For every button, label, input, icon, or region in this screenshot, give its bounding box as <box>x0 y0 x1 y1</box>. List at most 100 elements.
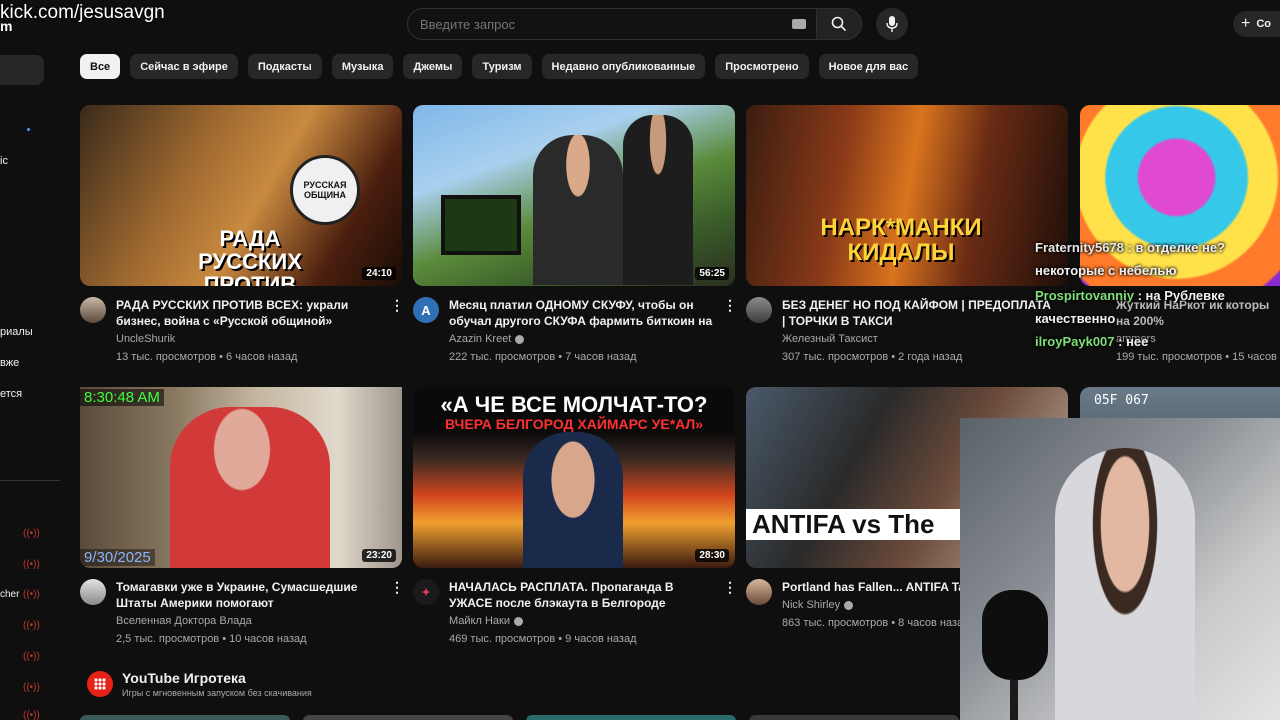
video-card[interactable]: РУССКАЯ ОБЩИНА РАДА РУССКИХ ПРОТИВ ВСЕХ!… <box>80 105 404 363</box>
video-stats: 2,5 тыс. просмотров • 10 часов назад <box>116 633 307 645</box>
channel-avatar[interactable]: A <box>413 297 439 323</box>
search-icon <box>831 16 847 32</box>
video-title[interactable]: БЕЗ ДЕНЕГ НО ПОД КАЙФОМ | ПРЕДОПЛАТА | Т… <box>782 297 1052 329</box>
sidebar-item-home[interactable] <box>0 55 44 85</box>
channel-name-text: Azazin Kreet <box>449 333 512 345</box>
playable-card[interactable] <box>749 715 959 720</box>
sidebar-item-label[interactable]: риалы <box>0 326 33 338</box>
chip-recently-uploaded[interactable]: Недавно опубликованные <box>541 54 706 79</box>
thumbnail-subtext: ВЧЕРА БЕЛГОРОД ХАЙМАРС УЕ*АЛ» <box>444 416 704 432</box>
search-input[interactable] <box>408 9 778 39</box>
plus-icon: + <box>1241 15 1251 32</box>
chip-podcasts[interactable]: Подкасты <box>247 54 322 79</box>
mic-arm <box>1010 680 1018 720</box>
thumbnail-badge: РУССКАЯ ОБЩИНА <box>290 155 360 225</box>
sidebar-divider <box>0 480 60 481</box>
chip-tourism[interactable]: Туризм <box>472 54 532 79</box>
stream-chat-overlay: Fraternity5678 : в отделке не? некоторые… <box>1035 236 1280 353</box>
playable-card[interactable] <box>303 715 513 720</box>
thumbnail-text: РАДА РУССКИХ ПРОТИВ ВСЕХ! <box>198 226 302 286</box>
search-box[interactable] <box>407 8 817 40</box>
channel-avatar[interactable] <box>746 579 772 605</box>
channel-avatar[interactable] <box>80 579 106 605</box>
create-button[interactable]: + Со <box>1233 11 1280 37</box>
chat-message: Fraternity5678 : в отделке не? <box>1035 236 1280 259</box>
thumbnail-text: 05F 067 <box>1094 393 1149 408</box>
video-card[interactable]: НАРК*МАНКИ КИДАЛЫ БЕЗ ДЕНЕГ НО ПОД КАЙФО… <box>746 105 1068 363</box>
sidebar-item-label[interactable]: вже <box>0 357 19 369</box>
sidebar-item-label[interactable]: ic <box>0 155 8 167</box>
chat-text: некоторые с небелью <box>1035 263 1177 278</box>
live-icon[interactable]: ((•)) <box>23 559 40 570</box>
overlay-date: 9/30/2025 <box>80 549 155 566</box>
playables-header[interactable]: YouTube Игротека Игры с мгновенным запус… <box>87 670 312 698</box>
sidebar-item-label[interactable]: ется <box>0 388 22 400</box>
live-icon[interactable]: ((•)) <box>23 651 40 662</box>
channel-name-text: Майкл Наки <box>449 615 510 627</box>
channel-name[interactable]: Майкл Наки <box>449 615 719 627</box>
video-duration: 24:10 <box>362 267 396 280</box>
video-stats: 469 тыс. просмотров • 9 часов назад <box>449 633 637 645</box>
chip-music[interactable]: Музыка <box>331 54 394 79</box>
chip-new-to-you[interactable]: Новое для вас <box>818 54 919 79</box>
stream-watermark: kick.com/jesusavgn <box>0 2 165 23</box>
live-icon[interactable]: ((•)) <box>23 710 40 720</box>
chat-message: ilroyPayk007 : нее <box>1035 330 1280 353</box>
video-thumbnail[interactable]: 56:25 <box>413 105 735 286</box>
channel-avatar[interactable] <box>80 297 106 323</box>
video-duration: 56:25 <box>695 267 729 280</box>
live-icon[interactable]: ((•)) <box>23 589 40 600</box>
channel-avatar[interactable] <box>746 297 772 323</box>
video-title[interactable]: Месяц платил ОДНОМУ СКУФУ, чтобы он обуч… <box>449 297 719 329</box>
more-options-icon[interactable]: ⋮ <box>390 297 404 314</box>
video-stats: 13 тыс. просмотров • 6 часов назад <box>116 351 298 363</box>
channel-avatar[interactable]: ✦ <box>413 579 439 605</box>
microphone-icon <box>886 16 898 32</box>
chip-jams[interactable]: Джемы <box>403 54 463 79</box>
video-thumbnail[interactable]: РУССКАЯ ОБЩИНА РАДА РУССКИХ ПРОТИВ ВСЕХ!… <box>80 105 402 286</box>
live-icon[interactable]: ((•)) <box>23 682 40 693</box>
more-options-icon[interactable]: ⋮ <box>390 579 404 596</box>
chip-all[interactable]: Все <box>80 54 121 79</box>
playable-card[interactable] <box>80 715 290 720</box>
chip-live[interactable]: Сейчас в эфире <box>130 54 238 79</box>
verified-icon <box>844 600 854 610</box>
video-duration: 23:20 <box>362 549 396 562</box>
sidebar-item-label[interactable]: cher <box>0 589 19 600</box>
video-thumbnail[interactable]: 8:30:48 AM 9/30/2025 23:20 <box>80 387 402 568</box>
thumbnail-person <box>170 407 330 568</box>
video-stats: 222 тыс. просмотров • 7 часов назад <box>449 351 637 363</box>
chat-text: : нее <box>1118 334 1149 349</box>
channel-name[interactable]: UncleShurik <box>116 333 386 345</box>
playables-subtitle: Игры с мгновенным запуском без скачивани… <box>122 688 312 698</box>
chip-watched[interactable]: Просмотрено <box>715 54 809 79</box>
live-icon[interactable]: ((•)) <box>23 528 40 539</box>
thumbnail-person <box>533 135 623 285</box>
video-title[interactable]: Томагавки уже в Украине, Сумасшедшие Шта… <box>116 579 386 611</box>
playable-card[interactable] <box>526 715 736 720</box>
keyboard-icon[interactable] <box>792 19 806 29</box>
create-label: Со <box>1256 18 1272 30</box>
channel-name[interactable]: Железный Таксист <box>782 333 1052 345</box>
voice-search-button[interactable] <box>876 8 908 40</box>
video-card[interactable]: 8:30:48 AM 9/30/2025 23:20 Томагавки уже… <box>80 387 404 645</box>
video-thumbnail[interactable]: «А ЧЕ ВСЕ МОЛЧАТ-ТО? ВЧЕРА БЕЛГОРОД ХАЙМ… <box>413 387 735 568</box>
channel-name[interactable]: Вселенная Доктора Влада <box>116 615 386 627</box>
more-options-icon[interactable]: ⋮ <box>723 579 737 596</box>
chat-message: качественно <box>1035 307 1280 330</box>
more-options-icon[interactable]: ⋮ <box>723 297 737 314</box>
live-icon[interactable]: ((•)) <box>23 620 40 631</box>
channel-name[interactable]: Azazin Kreet <box>449 333 719 345</box>
chat-message: Prospirtovanniy : на Рублевке <box>1035 284 1280 307</box>
video-title[interactable]: НАЧАЛАСЬ РАСПЛАТА. Пропаганда В УЖАСЕ по… <box>449 579 719 611</box>
video-title[interactable]: РАДА РУССКИХ ПРОТИВ ВСЕХ: украли бизнес,… <box>116 297 386 329</box>
thumbnail-person <box>523 432 623 568</box>
filter-chips: Все Сейчас в эфире Подкасты Музыка Джемы… <box>80 54 919 79</box>
playables-icon <box>87 671 113 697</box>
thumbnail-text: ANTIFA vs The <box>746 509 986 541</box>
video-card[interactable]: «А ЧЕ ВСЕ МОЛЧАТ-ТО? ВЧЕРА БЕЛГОРОД ХАЙМ… <box>413 387 737 645</box>
video-thumbnail[interactable]: НАРК*МАНКИ КИДАЛЫ <box>746 105 1068 286</box>
search-button[interactable] <box>816 8 862 40</box>
webcam-person <box>1055 448 1195 720</box>
video-card[interactable]: 56:25 A Месяц платил ОДНОМУ СКУФУ, чтобы… <box>413 105 737 363</box>
